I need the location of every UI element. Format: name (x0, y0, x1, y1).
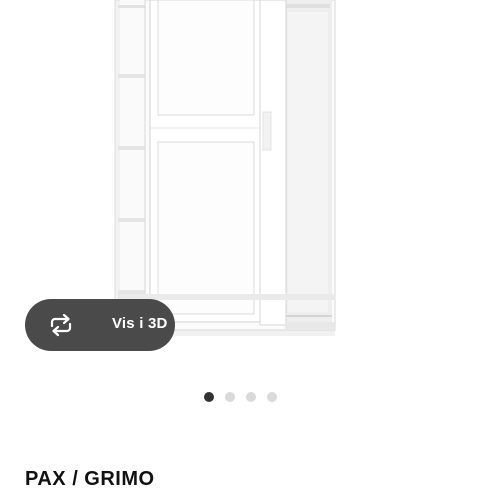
view-3d-label: Vis i 3D (112, 315, 168, 332)
carousel-dot-2[interactable] (225, 392, 235, 402)
carousel-pagination (204, 392, 277, 402)
rotate-3d-icon (50, 313, 72, 337)
wardrobe-interior (284, 0, 332, 322)
carousel-dot-3[interactable] (246, 392, 256, 402)
carousel-dot-4[interactable] (267, 392, 277, 402)
sliding-door (149, 0, 261, 323)
door-frame (259, 0, 287, 326)
view-3d-button[interactable]: Vis i 3D (25, 299, 175, 351)
carousel-dot-1[interactable] (204, 392, 214, 402)
